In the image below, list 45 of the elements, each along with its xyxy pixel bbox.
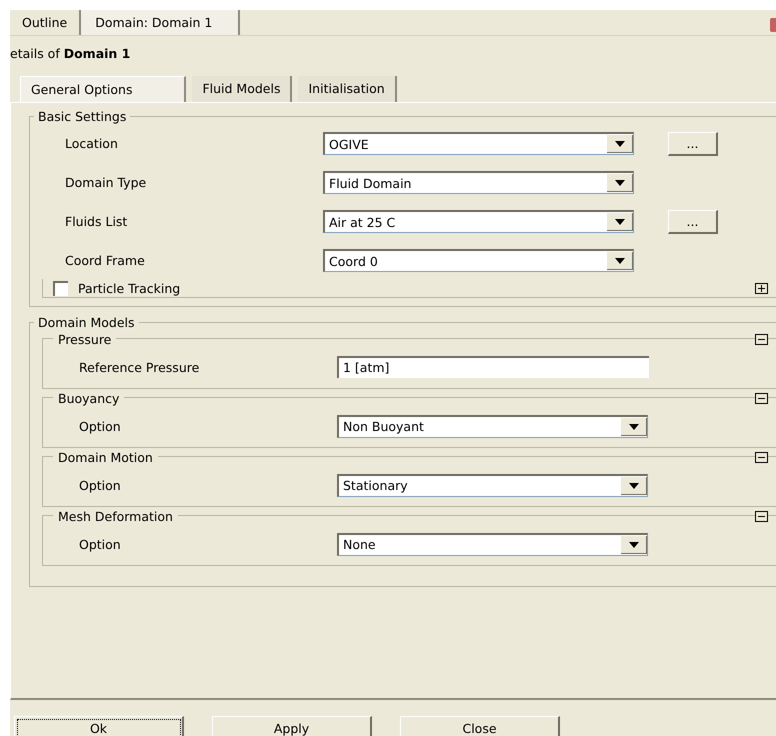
caret-icon <box>615 219 625 225</box>
field-label: Domain Type <box>65 175 148 190</box>
field-label: Option <box>79 418 122 434</box>
caret-icon <box>615 180 625 186</box>
caret-icon <box>629 424 639 430</box>
group-title: Basic Settings <box>37 109 128 124</box>
field-label: Fluids List <box>65 214 128 229</box>
dropdown[interactable]: OGIVE <box>323 132 634 155</box>
input-field[interactable]: 1 [atm] <box>337 356 649 378</box>
section-title: Pressure <box>53 332 116 346</box>
collapse-icon[interactable] <box>755 510 768 522</box>
tab[interactable]: Initialisation <box>298 76 397 102</box>
field-label: Option <box>79 478 122 492</box>
browse-button[interactable]: ... <box>668 132 718 156</box>
group-title: Domain Models <box>37 315 136 330</box>
dropdown[interactable]: Non Buoyant <box>337 414 648 438</box>
caret-icon <box>629 542 639 548</box>
dialog-button[interactable]: Ok <box>14 716 184 736</box>
dropdown[interactable]: Fluid Domain <box>323 171 634 194</box>
dialog-button[interactable]: Close <box>400 716 560 736</box>
expand-icon[interactable] <box>755 282 768 294</box>
checkbox[interactable] <box>53 280 68 296</box>
tab[interactable]: Fluid Models <box>192 76 292 102</box>
section-title: Mesh Deformation <box>53 508 178 524</box>
field-label: Coord Frame <box>65 253 146 268</box>
collapse-icon[interactable] <box>755 392 768 404</box>
caret-icon <box>629 482 639 488</box>
section-title: Buoyancy <box>53 390 124 406</box>
section-title: Domain Motion <box>53 450 158 464</box>
dropdown[interactable]: Stationary <box>337 474 648 496</box>
field-label: Option <box>79 536 122 552</box>
dropdown[interactable]: Air at 25 C <box>323 210 634 233</box>
browse-button[interactable]: ... <box>668 210 718 234</box>
caret-icon <box>615 141 625 147</box>
details-title: etails of Domain 1 <box>10 45 132 63</box>
collapse-icon[interactable] <box>755 452 768 462</box>
caret-icon <box>615 258 625 264</box>
panel-tab[interactable]: Domain: Domain 1 <box>81 10 240 35</box>
dropdown[interactable]: Coord 0 <box>323 249 634 272</box>
dialog-button[interactable]: Apply <box>212 716 372 736</box>
tab[interactable]: General Options <box>20 76 186 102</box>
dropdown[interactable]: None <box>337 532 648 556</box>
field-label: Reference Pressure <box>79 360 200 374</box>
field-label: Location <box>65 136 119 151</box>
collapse-icon[interactable] <box>755 334 768 344</box>
